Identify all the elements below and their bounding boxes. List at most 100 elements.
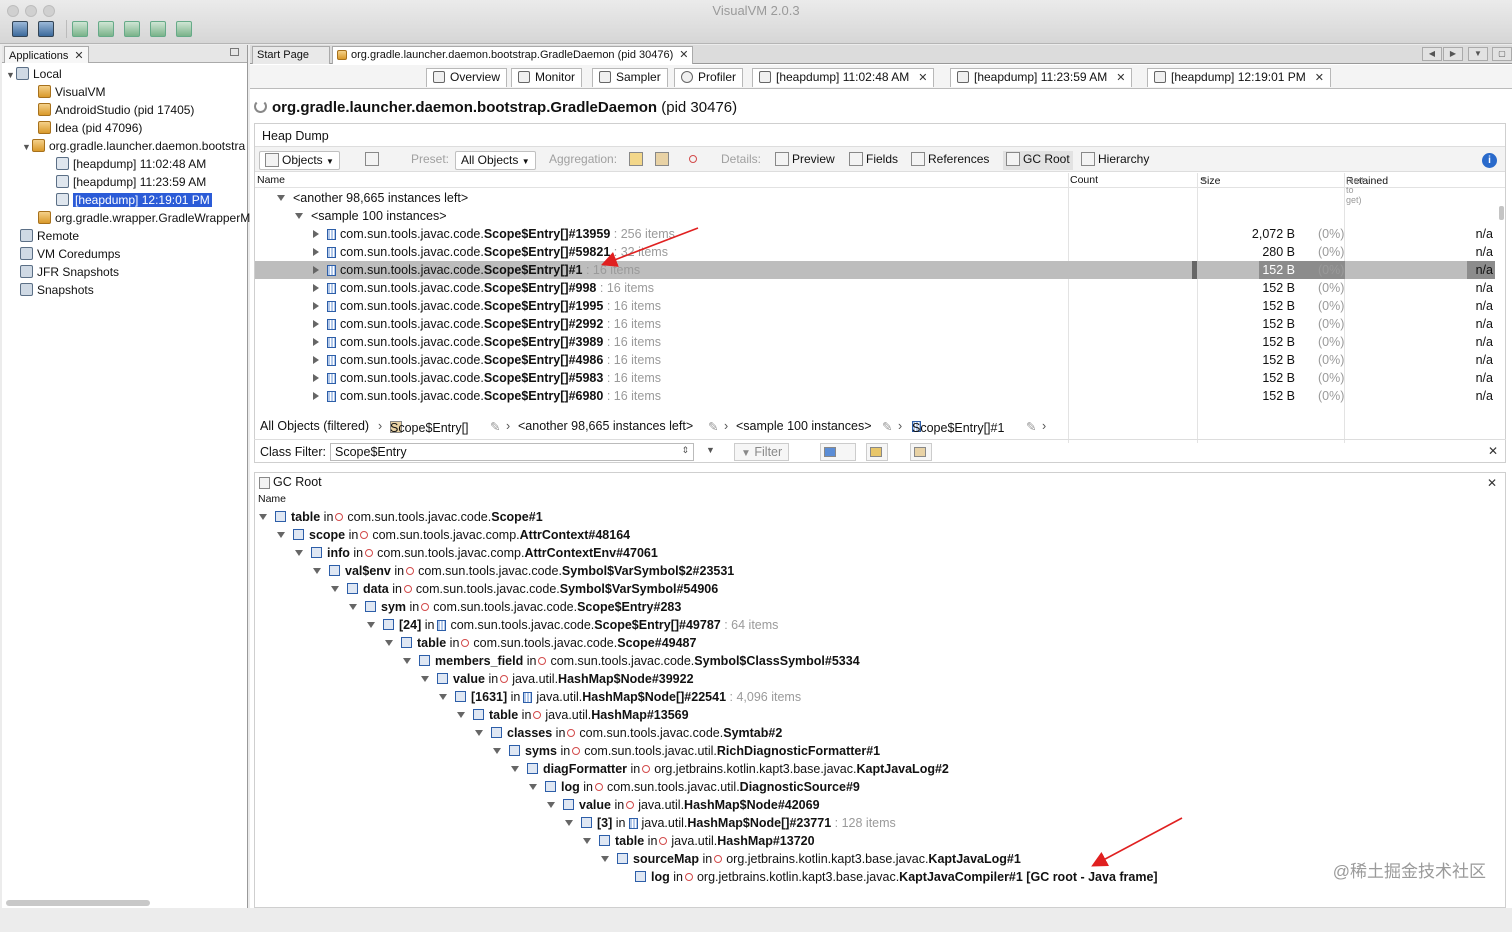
- expanded-arrow-icon[interactable]: [421, 676, 429, 682]
- expanded-arrow-icon[interactable]: [349, 604, 357, 610]
- close-icon[interactable]: ✕: [74, 49, 83, 62]
- expanded-arrow-icon[interactable]: [295, 550, 303, 556]
- table-row-group[interactable]: <another 98,665 instances left>: [255, 189, 1495, 207]
- table-row[interactable]: com.sun.tools.javac.code.Scope$Entry[]#5…: [255, 369, 1495, 387]
- tree-item-remote[interactable]: Remote: [20, 227, 79, 245]
- expanded-arrow-icon[interactable]: [529, 784, 537, 790]
- export-button[interactable]: [910, 443, 932, 461]
- table-row[interactable]: com.sun.tools.javac.code.Scope$Entry[]#5…: [255, 243, 1495, 261]
- tab-heapdump-1[interactable]: [heapdump] 11:02:48 AM ✕: [752, 68, 935, 87]
- gc-tree-row[interactable]: log in com.sun.tools.javac.util.Diagnosti…: [529, 778, 860, 796]
- close-gc-root-icon[interactable]: ✕: [1487, 476, 1497, 490]
- gc-tree-row[interactable]: sym in com.sun.tools.javac.code.Scope$Ent…: [349, 598, 681, 616]
- tab-list-icon[interactable]: ▼: [1468, 47, 1488, 61]
- expanded-arrow-icon[interactable]: [547, 802, 555, 808]
- gc-tree-row[interactable]: syms in com.sun.tools.javac.util.RichDiag…: [493, 742, 880, 760]
- gc-tree-row[interactable]: classes in com.sun.tools.javac.code.Symta…: [475, 724, 782, 742]
- collapsed-arrow-icon[interactable]: [313, 374, 319, 382]
- collapsed-arrow-icon[interactable]: [313, 248, 319, 256]
- gc-tree-row[interactable]: value in java.util.HashMap$Node#39922: [421, 670, 694, 688]
- applications-tab[interactable]: Applications ✕: [4, 46, 89, 63]
- table-row[interactable]: com.sun.tools.javac.code.Scope$Entry[]#1…: [255, 297, 1495, 315]
- tree-item-visualvm[interactable]: VisualVM: [38, 83, 105, 101]
- gc-tree-row[interactable]: data in com.sun.tools.javac.code.Symbol$V…: [331, 580, 718, 598]
- gc-tree-row[interactable]: members_field in com.sun.tools.javac.code…: [403, 652, 860, 670]
- table-row[interactable]: com.sun.tools.javac.code.Scope$Entry[]#3…: [255, 333, 1495, 351]
- stepper-icon[interactable]: ⇕: [681, 445, 689, 456]
- horizontal-scrollbar[interactable]: [6, 900, 150, 906]
- gc-tree-row[interactable]: table in com.sun.tools.javac.code.Scope#1: [259, 508, 543, 526]
- expanded-arrow-icon[interactable]: [403, 658, 411, 664]
- collapsed-arrow-icon[interactable]: [313, 284, 319, 292]
- collapsed-arrow-icon[interactable]: [313, 266, 319, 274]
- filter-options-button[interactable]: [820, 443, 856, 461]
- expanded-arrow-icon[interactable]: [313, 568, 321, 574]
- collapsed-arrow-icon[interactable]: [313, 392, 319, 400]
- class-filter-input[interactable]: Scope$Entry ⇕: [330, 443, 694, 461]
- gc-tree-row[interactable]: [3] in java.util.HashMap$Node[]#23771 : 1…: [565, 814, 896, 832]
- load-jfr-icon[interactable]: [176, 21, 192, 37]
- collapsed-arrow-icon[interactable]: [313, 302, 319, 310]
- pin-icon[interactable]: ✎: [708, 419, 718, 434]
- expanded-arrow-icon[interactable]: [277, 195, 285, 201]
- aggregation-class-button[interactable]: [629, 151, 646, 170]
- tree-item-androidstudio[interactable]: AndroidStudio (pid 17405): [38, 101, 194, 119]
- maximize-icon[interactable]: ▢: [1492, 47, 1512, 61]
- tree-item-vm-coredumps[interactable]: VM Coredumps: [20, 245, 120, 263]
- table-row[interactable]: com.sun.tools.javac.code.Scope$Entry[]#2…: [255, 315, 1495, 333]
- gc-tree-row[interactable]: diagFormatter in org.jetbrains.kotlin.kap…: [511, 760, 949, 778]
- collapsed-arrow-icon[interactable]: [313, 356, 319, 364]
- references-toggle[interactable]: References: [911, 151, 989, 170]
- hierarchy-toggle[interactable]: Hierarchy: [1081, 151, 1149, 170]
- preview-toggle[interactable]: Preview: [775, 151, 835, 170]
- objects-view-dropdown[interactable]: Objects ▼: [259, 151, 340, 170]
- snapshot-button[interactable]: [365, 151, 382, 170]
- expanded-arrow-icon[interactable]: [601, 856, 609, 862]
- tab-gradle-daemon[interactable]: org.gradle.launcher.daemon.bootstrap.Gra…: [332, 46, 694, 64]
- add-jmx-connection-icon[interactable]: [72, 21, 88, 37]
- pin-icon[interactable]: ✎: [1026, 419, 1036, 434]
- search-binoculars-button[interactable]: [866, 443, 888, 461]
- expanded-arrow-icon[interactable]: [511, 766, 519, 772]
- pin-icon[interactable]: ✎: [882, 419, 892, 434]
- scroll-tabs-right-icon[interactable]: ▶: [1443, 47, 1463, 61]
- expanded-arrow-icon[interactable]: [331, 586, 339, 592]
- column-count[interactable]: Count: [1070, 174, 1098, 186]
- expanded-arrow-icon[interactable]: [367, 622, 375, 628]
- breadcrumb-group[interactable]: <another 98,665 instances left>: [518, 419, 693, 433]
- breadcrumb-all-objects[interactable]: All Objects (filtered): [260, 419, 369, 433]
- tree-item-heapdump-1[interactable]: [heapdump] 11:02:48 AM: [56, 155, 206, 173]
- preset-dropdown[interactable]: All Objects ▼: [455, 151, 536, 170]
- collapsed-arrow-icon[interactable]: [313, 230, 319, 238]
- tree-item-gradle-daemon[interactable]: ▼ org.gradle.launcher.daemon.bootstra: [22, 137, 245, 155]
- table-row[interactable]: com.sun.tools.javac.code.Scope$Entry[]#1…: [255, 261, 1495, 279]
- close-icon[interactable]: ✕: [918, 70, 927, 87]
- breadcrumb-sample[interactable]: <sample 100 instances>: [736, 419, 872, 433]
- expanded-arrow-icon[interactable]: ▼: [22, 138, 32, 156]
- gc-tree-row[interactable]: sourceMap in org.jetbrains.kotlin.kapt3.b…: [601, 850, 1021, 868]
- tree-item-heapdump-2[interactable]: [heapdump] 11:23:59 AM: [56, 173, 206, 191]
- tree-item-gradle-wrapper[interactable]: org.gradle.wrapper.GradleWrapperM: [38, 209, 250, 227]
- tab-overview[interactable]: Overview: [426, 68, 508, 87]
- column-name[interactable]: Name: [257, 174, 285, 186]
- scroll-tabs-left-icon[interactable]: ◀: [1422, 47, 1442, 61]
- expanded-arrow-icon[interactable]: [475, 730, 483, 736]
- pin-icon[interactable]: ✎: [490, 419, 500, 434]
- expanded-arrow-icon[interactable]: [277, 532, 285, 538]
- table-row-sample[interactable]: <sample 100 instances>: [255, 207, 1495, 225]
- close-icon[interactable]: ✕: [1116, 70, 1125, 87]
- info-icon[interactable]: i: [1482, 153, 1497, 168]
- table-row[interactable]: com.sun.tools.javac.code.Scope$Entry[]#9…: [255, 279, 1495, 297]
- save-all-icon[interactable]: [38, 21, 54, 37]
- aggregation-instance-button[interactable]: [655, 151, 672, 170]
- expanded-arrow-icon[interactable]: [385, 640, 393, 646]
- gc-tree-row[interactable]: table in java.util.HashMap#13720: [583, 832, 815, 850]
- gc-tree-row[interactable]: scope in com.sun.tools.javac.comp.AttrCon…: [277, 526, 630, 544]
- aggregation-object-button[interactable]: [683, 151, 703, 170]
- expanded-arrow-icon[interactable]: [457, 712, 465, 718]
- collapsed-arrow-icon[interactable]: [313, 338, 319, 346]
- add-remote-host-icon[interactable]: [98, 21, 114, 37]
- gc-tree-row[interactable]: val$env in com.sun.tools.javac.code.Symbo…: [313, 562, 734, 580]
- gcroot-toggle[interactable]: GC Root: [1003, 151, 1073, 170]
- expanded-arrow-icon[interactable]: [565, 820, 573, 826]
